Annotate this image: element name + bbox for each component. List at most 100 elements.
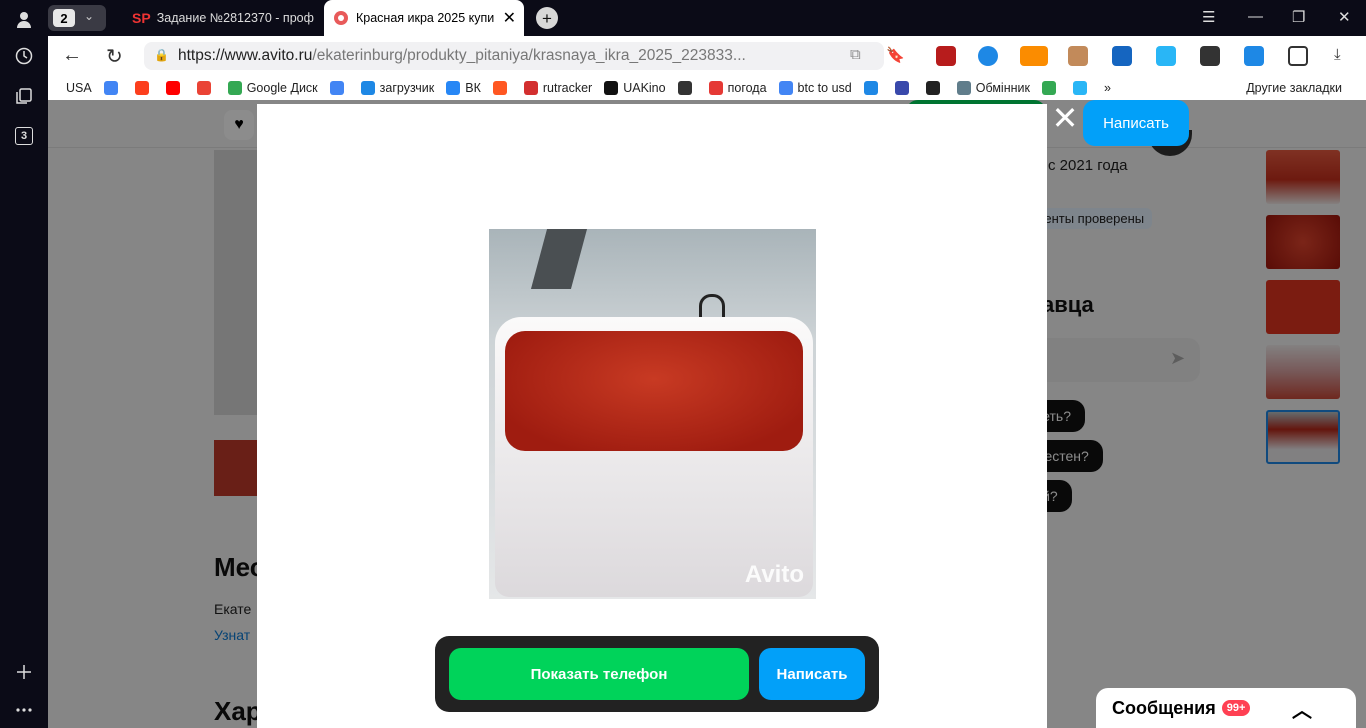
other-bookmarks-folder[interactable]: Другие закладки (1246, 81, 1342, 95)
bookmark-item[interactable] (492, 81, 512, 95)
bookmark-favicon-icon (894, 81, 909, 95)
bookmark-item[interactable]: ВК (446, 81, 481, 95)
bookmark-label: rutracker (542, 81, 593, 95)
bookmark-item[interactable]: Обмінник (956, 81, 1030, 95)
bookmark-label: USA (66, 81, 92, 95)
tab-counter[interactable]: 2 ⌄ (48, 5, 106, 31)
menu-icon[interactable]: ☰ (1202, 8, 1215, 26)
tab-bar: 2 ⌄ SP Задание №2812370 - проф Красная и… (48, 0, 1366, 36)
extension-reader-icon[interactable] (1200, 46, 1220, 66)
bookmark-favicon-icon (677, 81, 692, 95)
tab-avito[interactable]: Красная икра 2025 купи ✕ (324, 0, 524, 36)
bookmark-item[interactable] (329, 81, 349, 95)
chevron-up-icon[interactable]: ︿ (1292, 694, 1312, 723)
bookmark-favicon-icon (708, 81, 723, 95)
bookmark-item[interactable]: погода (708, 81, 767, 95)
extension-calendar-icon[interactable] (1112, 46, 1132, 66)
bookmark-favicon-icon (956, 81, 971, 95)
bookmark-item[interactable]: rutracker (523, 81, 593, 95)
bookmark-item[interactable]: загрузчик (360, 81, 434, 95)
bookmark-label: UAKino (623, 81, 666, 95)
bookmark-item[interactable] (196, 81, 216, 95)
bookmark-item[interactable]: USA (66, 81, 92, 95)
bookmark-favicon-icon (134, 81, 149, 95)
bookmark-item[interactable]: UAKino (604, 81, 666, 95)
bookmark-icon[interactable]: 🔖 (886, 46, 905, 64)
bookmark-favicon-icon (604, 81, 619, 95)
avito-watermark: Avito (744, 561, 804, 588)
back-icon[interactable]: ← (62, 44, 82, 67)
url-path: /ekaterinburg/produkty_pitaniya/krasnaya… (312, 47, 746, 64)
bookmark-label: Обмінник (975, 81, 1030, 95)
browser-sidebar: 3 (0, 0, 48, 728)
lock-icon: 🔒 (154, 48, 169, 62)
bookmark-favicon-icon (492, 81, 507, 95)
close-modal-icon[interactable]: ✕ (1051, 102, 1079, 134)
url-field[interactable]: 🔒 https://www.avito.ru/ekaterinburg/prod… (144, 42, 884, 70)
tab-title: Красная икра 2025 купи (356, 11, 495, 25)
bookmark-item[interactable]: Google Диск (227, 81, 318, 95)
chevron-down-icon: ⌄ (84, 9, 95, 23)
bookmark-item[interactable] (677, 81, 697, 95)
extension-box-icon[interactable] (1068, 46, 1088, 66)
bookmarks-bar: USA Google Диск загрузчик ВК rutracker UAKino… (48, 76, 1366, 100)
bookmark-label: погода (727, 81, 767, 95)
top-write-button[interactable]: Написать (1083, 100, 1189, 146)
bookmark-favicon-icon (778, 81, 793, 95)
close-window-icon[interactable]: ✕ (1338, 8, 1351, 26)
messages-label: Сообщения (1112, 697, 1216, 718)
tab-title: Задание №2812370 - проф (156, 11, 314, 25)
bookmark-item[interactable] (894, 81, 914, 95)
address-bar-row: ← ↻ 🔒 https://www.avito.ru/ekaterinburg/… (48, 36, 1366, 76)
profile-icon[interactable] (12, 8, 36, 32)
history-icon[interactable] (12, 44, 36, 68)
bookmark-favicon-icon (227, 81, 242, 95)
downloads-icon[interactable]: ⤓ (1334, 46, 1341, 63)
extension-puzzle-icon[interactable] (1288, 46, 1308, 66)
collections-icon[interactable] (12, 84, 36, 108)
write-button[interactable]: Написать (759, 648, 865, 700)
bookmark-label: Google Диск (246, 81, 318, 95)
bookmark-favicon-icon (446, 81, 461, 95)
extension-diamond-icon[interactable] (1156, 46, 1176, 66)
bookmark-favicon-icon (329, 81, 344, 95)
bookmark-label: btc to usd (797, 81, 852, 95)
restore-icon[interactable]: ❐ (1292, 8, 1305, 26)
bookmark-item[interactable] (1041, 81, 1061, 95)
bookmark-favicon-icon (523, 81, 538, 95)
messages-widget[interactable]: Сообщения 99+ ︿ (1096, 688, 1356, 728)
bookmark-favicon-icon (1041, 81, 1056, 95)
bookmark-item[interactable] (863, 81, 883, 95)
add-sidebar-icon[interactable] (12, 660, 36, 684)
url-host: https://www.avito.ru (178, 47, 313, 64)
extension-counter-icon[interactable] (1020, 46, 1048, 66)
reload-icon[interactable]: ↻ (106, 44, 123, 69)
show-phone-button[interactable]: Показать телефон (449, 648, 749, 700)
more-bookmarks-button[interactable]: » (1104, 81, 1111, 95)
extension-shield-icon[interactable] (936, 46, 956, 66)
bookmark-favicon-icon (165, 81, 180, 95)
bookmark-label: ВК (465, 81, 481, 95)
messages-count-badge: 99+ (1221, 700, 1251, 716)
more-icon[interactable] (12, 698, 36, 722)
new-tab-button[interactable]: + (536, 7, 558, 29)
photo-tub (495, 317, 813, 597)
close-tab-icon[interactable]: ✕ (503, 8, 516, 28)
bookmark-item[interactable] (1072, 81, 1092, 95)
avito-favicon-icon (334, 11, 348, 25)
tab-task[interactable]: SP Задание №2812370 - проф (120, 0, 318, 36)
bookmark-favicon-icon (1072, 81, 1087, 95)
minimize-icon[interactable]: — (1248, 8, 1263, 25)
extension-download-icon[interactable] (1244, 46, 1264, 66)
bookmark-favicon-icon (360, 81, 375, 95)
extension-vpn-icon[interactable] (978, 46, 998, 66)
copy-link-icon[interactable]: ⧉ (850, 46, 861, 63)
sidebar-counter-badge[interactable]: 3 (15, 127, 33, 145)
product-photo: Avito (489, 229, 816, 599)
bookmark-item[interactable] (134, 81, 154, 95)
bookmark-item[interactable] (103, 81, 123, 95)
bookmark-item[interactable] (925, 81, 945, 95)
bookmark-item[interactable]: btc to usd (778, 81, 852, 95)
bookmark-item[interactable] (165, 81, 185, 95)
tab-count: 2 (53, 9, 75, 27)
